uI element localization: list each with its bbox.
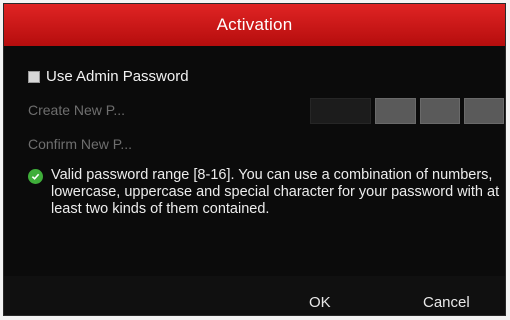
password-tip-text: Valid password range [8-16]. You can use… <box>51 167 500 217</box>
create-password-field[interactable] <box>310 98 504 124</box>
cancel-button[interactable]: Cancel <box>423 294 470 311</box>
strength-indicator-strong <box>463 98 504 124</box>
dialog-title: Activation <box>216 15 293 34</box>
use-admin-password-row[interactable]: Use Admin Password <box>28 68 189 85</box>
confirm-password-label: Confirm New P... <box>28 136 132 152</box>
ok-button[interactable]: OK <box>309 294 331 311</box>
activation-dialog: Activation Use Admin Password Create New… <box>3 3 506 316</box>
use-admin-password-label: Use Admin Password <box>46 68 189 85</box>
strength-indicator-weak <box>375 98 416 124</box>
use-admin-password-checkbox[interactable] <box>28 70 40 83</box>
strength-indicator-medium <box>419 98 460 124</box>
dialog-title-bar: Activation <box>4 4 505 46</box>
create-password-label: Create New P... <box>28 102 126 118</box>
check-circle-icon <box>28 169 43 184</box>
password-input-area[interactable] <box>310 98 372 124</box>
password-tip: Valid password range [8-16]. You can use… <box>28 167 502 218</box>
